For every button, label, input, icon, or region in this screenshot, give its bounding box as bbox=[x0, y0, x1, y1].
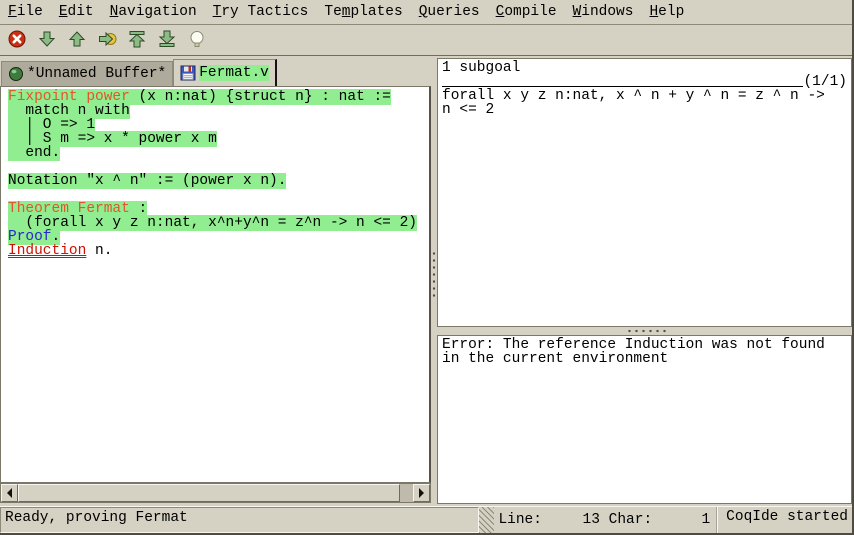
goal-statement: forall x y z n:nat, x ^ n + y ^ n = z ^ … bbox=[442, 89, 847, 117]
tab-fermat.v[interactable]: Fermat.v bbox=[173, 59, 277, 86]
editor-horizontal-scrollbar[interactable] bbox=[0, 483, 431, 503]
resize-grip[interactable] bbox=[479, 507, 494, 533]
tab-label: *Unnamed Buffer* bbox=[27, 66, 166, 82]
code-segment-plain: n. bbox=[86, 243, 112, 259]
tab-label: Fermat.v bbox=[199, 65, 269, 81]
goto-end-icon bbox=[157, 29, 177, 52]
menu-item-try-tactics[interactable]: Try Tactics bbox=[205, 0, 317, 25]
message-pane[interactable]: Error: The reference Induction was not f… bbox=[437, 335, 852, 504]
coqide-window: FileEditNavigationTry TacticsTemplatesQu… bbox=[0, 0, 854, 535]
status-bar: Ready, proving Fermat Line:13 Char:1 Coq… bbox=[0, 506, 852, 533]
toolbar bbox=[0, 26, 852, 56]
goal-rule-line bbox=[442, 86, 803, 87]
goto-end-button[interactable] bbox=[154, 28, 180, 54]
restart-button[interactable] bbox=[124, 28, 150, 54]
code-line: | O => 1 bbox=[8, 118, 429, 132]
lightbulb-icon bbox=[187, 29, 207, 52]
script-editor[interactable]: Fixpoint power (x n:nat) {struct n} : na… bbox=[0, 86, 431, 483]
subgoal-count: 1 subgoal bbox=[442, 61, 847, 75]
code-line: Induction n. bbox=[8, 244, 429, 258]
scrollbar-thumb[interactable] bbox=[18, 484, 400, 502]
goal-line: n <= 2 bbox=[442, 103, 847, 117]
processed-region: (forall x y z n:nat, x^n+y^n = z^n -> n … bbox=[8, 215, 417, 231]
code-line: Theorem Fermat : bbox=[8, 202, 429, 216]
right-arrow-icon bbox=[419, 488, 424, 498]
error-message: Error: The reference Induction was not f… bbox=[442, 338, 847, 366]
code-line: Notation "x ^ n" := (power x n). bbox=[8, 174, 429, 188]
menu-item-queries[interactable]: Queries bbox=[411, 0, 488, 25]
floppy-disk-icon bbox=[180, 65, 199, 81]
horizontal-pane-splitter[interactable] bbox=[626, 328, 666, 334]
menu-bar: FileEditNavigationTry TacticsTemplatesQu… bbox=[0, 0, 852, 25]
goto-cursor-button[interactable] bbox=[94, 28, 120, 54]
code-line: (forall x y z n:nat, x^n+y^n = z^n -> n … bbox=[8, 216, 429, 230]
menu-item-navigation[interactable]: Navigation bbox=[102, 0, 205, 25]
restart-icon bbox=[127, 29, 147, 52]
stop-button[interactable] bbox=[4, 28, 30, 54]
goal-pane[interactable]: 1 subgoal (1/1) forall x y z n:nat, x ^ … bbox=[437, 58, 852, 327]
code-line: end. bbox=[8, 146, 429, 160]
char-label: Char: bbox=[609, 512, 653, 528]
stop-icon bbox=[7, 29, 27, 52]
code-line: | S m => x * power x m bbox=[8, 132, 429, 146]
processed-region: Notation "x ^ n" := (power x n). bbox=[8, 173, 286, 189]
code-segment-plain: (forall x y z n:nat, x^n+y^n = z^n -> n … bbox=[8, 215, 417, 231]
scroll-left-button[interactable] bbox=[1, 484, 18, 502]
scroll-right-button[interactable] bbox=[413, 484, 430, 502]
forward-one-icon bbox=[37, 29, 57, 52]
code-line bbox=[8, 188, 429, 202]
unsaved-led-icon bbox=[8, 66, 27, 82]
status-message: Ready, proving Fermat bbox=[0, 507, 479, 533]
code-line: Proof. bbox=[8, 230, 429, 244]
left-arrow-icon bbox=[7, 488, 12, 498]
app-status: CoqIde started bbox=[716, 507, 852, 533]
menu-item-compile[interactable]: Compile bbox=[488, 0, 565, 25]
goal-counter: (1/1) bbox=[803, 75, 847, 89]
spacer bbox=[600, 512, 609, 528]
backward-one-icon bbox=[67, 29, 87, 52]
menu-item-file[interactable]: File bbox=[0, 0, 51, 25]
code-segment-plain: (x n:nat) {struct n} : nat := bbox=[130, 89, 391, 105]
code-line: match n with bbox=[8, 104, 429, 118]
code-segment-plain: end. bbox=[8, 145, 60, 161]
menu-item-windows[interactable]: Windows bbox=[565, 0, 642, 25]
tab-bar: *Unnamed Buffer* Fermat.v bbox=[1, 58, 277, 86]
menu-item-templates[interactable]: Templates bbox=[316, 0, 410, 25]
script-editor-text[interactable]: Fixpoint power (x n:nat) {struct n} : na… bbox=[1, 87, 429, 258]
code-segment-error: Induction bbox=[8, 243, 86, 259]
menu-item-edit[interactable]: Edit bbox=[51, 0, 102, 25]
code-segment-plain: Notation "x ^ n" := (power x n). bbox=[8, 173, 286, 189]
line-label: Line: bbox=[498, 512, 542, 528]
error-line: in the current environment bbox=[442, 352, 847, 366]
goal-separator: (1/1) bbox=[442, 75, 847, 89]
menu-item-help[interactable]: Help bbox=[641, 0, 692, 25]
char-value: 1 bbox=[652, 512, 710, 528]
processed-region: end. bbox=[8, 145, 60, 161]
backward-one-button[interactable] bbox=[64, 28, 90, 54]
forward-one-button[interactable] bbox=[34, 28, 60, 54]
scrollbar-track[interactable] bbox=[18, 484, 413, 502]
code-line bbox=[8, 160, 429, 174]
goto-cursor-icon bbox=[97, 29, 117, 52]
code-line: Fixpoint power (x n:nat) {struct n} : na… bbox=[8, 90, 429, 104]
tab--unnamed-buffer-[interactable]: *Unnamed Buffer* bbox=[1, 61, 173, 86]
line-value: 13 bbox=[542, 512, 600, 528]
error-line: Error: The reference Induction was not f… bbox=[442, 338, 847, 352]
lightbulb-button[interactable] bbox=[184, 28, 210, 54]
line-char-indicator: Line:13 Char:1 bbox=[494, 507, 710, 533]
goal-line: forall x y z n:nat, x ^ n + y ^ n = z ^ … bbox=[442, 89, 847, 103]
